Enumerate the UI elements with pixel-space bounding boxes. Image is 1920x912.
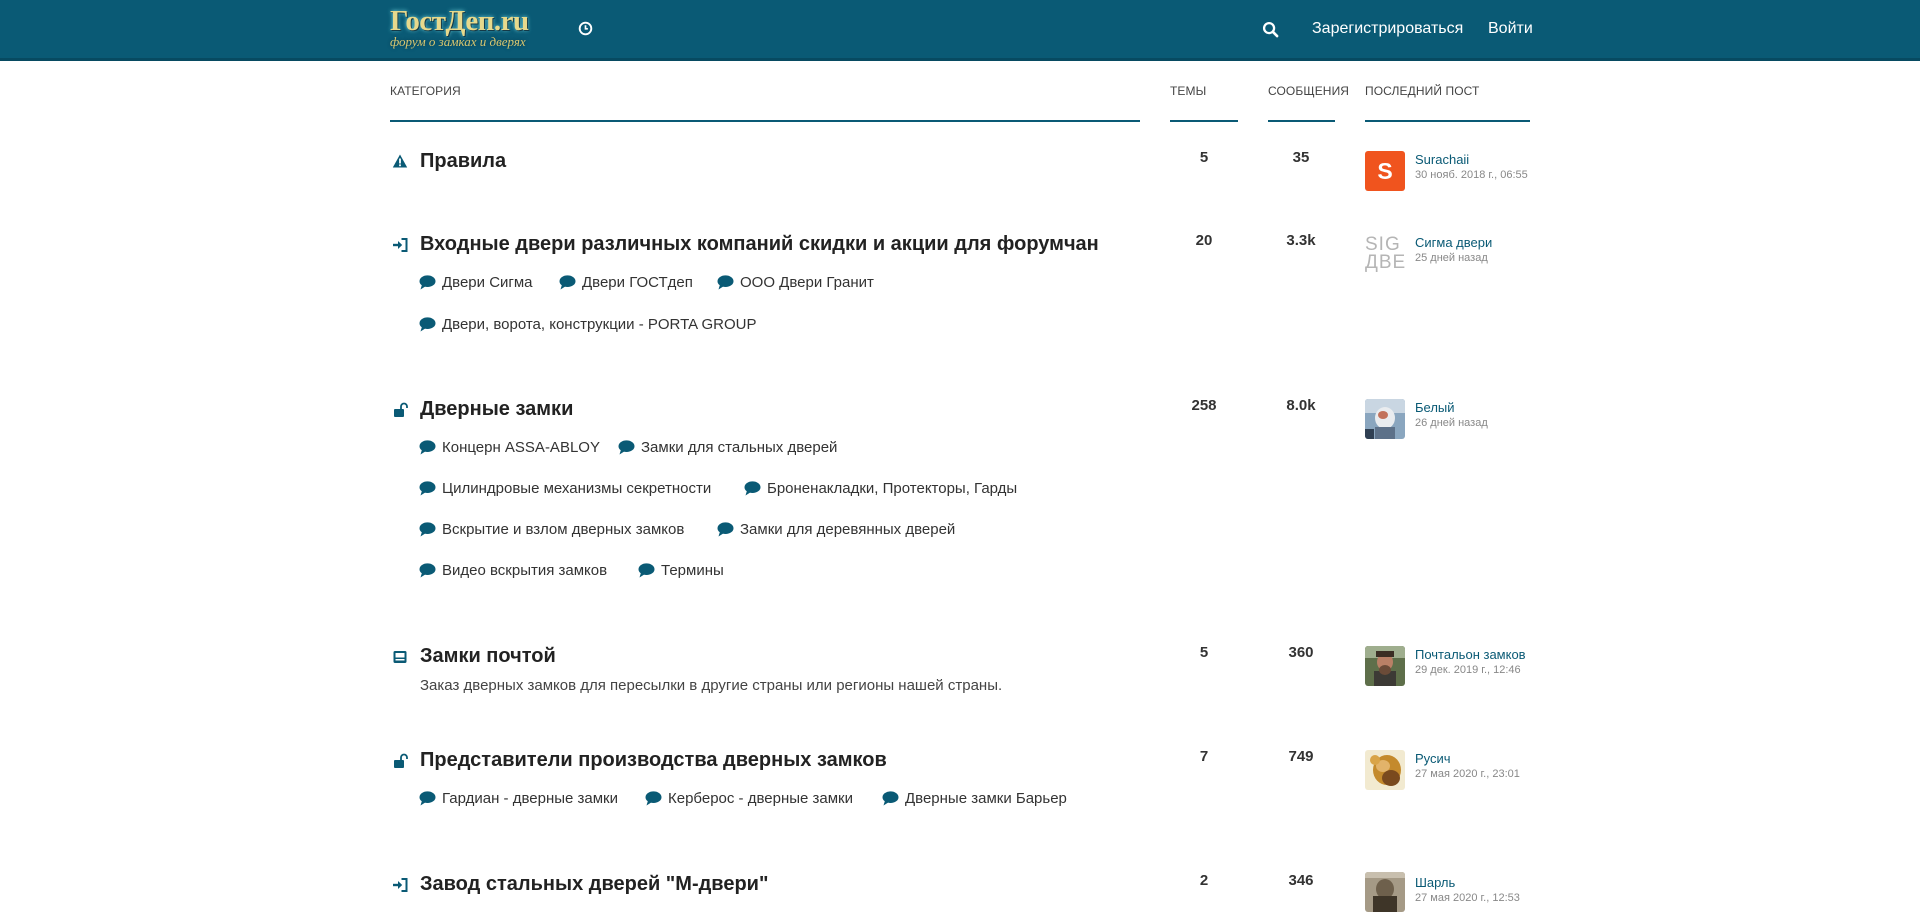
posts-count: 360: [1288, 644, 1314, 661]
subforum-link[interactable]: Двери, ворота, конструкции - PORTA GROUP: [419, 316, 757, 333]
column-divider-posts: [1268, 120, 1335, 122]
column-divider-last-post: [1365, 120, 1530, 122]
search-icon[interactable]: [1262, 21, 1279, 38]
topics-count: 7: [1199, 748, 1209, 765]
column-header-category[interactable]: Категория: [390, 84, 461, 98]
site-logo[interactable]: ГостДеп.ru форум о замках и дверях: [390, 6, 560, 52]
subforum-link[interactable]: Цилиндровые механизмы секретности: [419, 480, 711, 497]
column-header-posts[interactable]: Сообщения: [1268, 84, 1349, 98]
avatar-photo: [1365, 872, 1405, 912]
category-title[interactable]: Завод стальных дверей "М-двери": [420, 873, 768, 896]
posts-count: 35: [1292, 149, 1310, 166]
unlock-icon: [394, 753, 408, 768]
avatar[interactable]: [1365, 399, 1405, 439]
comment-icon: [419, 791, 436, 806]
comment-icon: [618, 440, 635, 455]
column-header-last-post[interactable]: Последний пост: [1365, 84, 1479, 98]
last-post-date[interactable]: 25 дней назад: [1415, 252, 1488, 264]
category-title[interactable]: Представители производства дверных замко…: [420, 749, 887, 772]
last-post-date[interactable]: 29 дек. 2019 г., 12:46: [1415, 664, 1521, 676]
topics-count: 20: [1195, 232, 1213, 249]
last-post-date[interactable]: 27 мая 2020 г., 23:01: [1415, 768, 1520, 780]
topics-count: 2: [1199, 872, 1209, 889]
avatar-text: SIG ДВЕ: [1365, 234, 1405, 273]
top-navbar: ГостДеп.ru форум о замках и дверях Зарег…: [0, 0, 1920, 61]
subforum-link[interactable]: Концерн ASSA-ABLOY: [419, 439, 600, 456]
comment-icon: [419, 481, 436, 496]
comment-icon: [419, 275, 436, 290]
avatar-letter: S: [1377, 158, 1393, 184]
category-description: Заказ дверных замков для пересылки в дру…: [420, 677, 1003, 694]
avatar[interactable]: S: [1365, 151, 1405, 191]
comment-icon: [419, 522, 436, 537]
posts-count: 3.3k: [1286, 232, 1316, 249]
comment-icon: [559, 275, 576, 290]
avatar-photo: [1365, 646, 1405, 686]
clock-icon[interactable]: [578, 21, 593, 36]
avatar[interactable]: [1365, 646, 1405, 686]
comment-icon: [717, 522, 734, 537]
category-title[interactable]: Дверные замки: [420, 398, 573, 421]
comment-icon: [645, 791, 662, 806]
last-post-user[interactable]: Русич: [1415, 751, 1451, 766]
logo-subtitle: форум о замках и дверях: [390, 34, 526, 49]
subforum-link[interactable]: Дверные замки Барьер: [882, 790, 1067, 807]
comment-icon: [419, 563, 436, 578]
sign-in-icon: [393, 878, 408, 892]
posts-count: 749: [1288, 748, 1314, 765]
subforum-link[interactable]: Двери ГОСТдеп: [559, 274, 693, 291]
subforum-link[interactable]: Замки для деревянных дверей: [717, 521, 955, 538]
last-post-user[interactable]: Сигма двери: [1415, 235, 1492, 250]
register-link[interactable]: Зарегистрироваться: [1312, 20, 1463, 38]
column-divider-category: [390, 120, 1140, 122]
warning-icon: [392, 154, 408, 168]
subforum-link[interactable]: ООО Двери Гранит: [717, 274, 874, 291]
last-post-date[interactable]: 27 мая 2020 г., 12:53: [1415, 892, 1520, 904]
subforum-link[interactable]: Гардиан - дверные замки: [419, 790, 618, 807]
avatar-photo: [1365, 750, 1405, 790]
column-divider-topics: [1170, 120, 1238, 122]
posts-count: 8.0k: [1286, 397, 1316, 414]
subforum-link[interactable]: Вскрытие и взлом дверных замков: [419, 521, 684, 538]
logo-title: ГостДеп.ru: [390, 5, 529, 37]
comment-icon: [882, 791, 899, 806]
avatar[interactable]: [1365, 872, 1405, 912]
last-post-date[interactable]: 30 нояб. 2018 г., 06:55: [1415, 169, 1528, 181]
subforum-link[interactable]: Термины: [638, 562, 724, 579]
subforum-link[interactable]: Броненакладки, Протекторы, Гарды: [744, 480, 1017, 497]
comment-icon: [419, 317, 436, 332]
topics-count: 5: [1199, 644, 1209, 661]
comment-icon: [419, 440, 436, 455]
last-post-date[interactable]: 26 дней назад: [1415, 417, 1488, 429]
subforum-link[interactable]: Замки для стальных дверей: [618, 439, 837, 456]
category-title[interactable]: Правила: [420, 150, 506, 173]
category-title[interactable]: Входные двери различных компаний скидки …: [420, 233, 1099, 256]
column-header-topics[interactable]: Темы: [1170, 84, 1206, 98]
subforum-link[interactable]: Двери Сигма: [419, 274, 533, 291]
avatar[interactable]: [1365, 750, 1405, 790]
avatar-photo: [1365, 399, 1405, 439]
category-title[interactable]: Замки почтой: [420, 645, 556, 668]
comment-icon: [744, 481, 761, 496]
avatar[interactable]: SIG ДВЕ: [1365, 234, 1405, 274]
unlock-icon: [394, 402, 408, 417]
posts-count: 346: [1288, 872, 1314, 889]
topics-count: 258: [1191, 397, 1217, 414]
last-post-user[interactable]: Белый: [1415, 400, 1455, 415]
last-post-user[interactable]: Шарль: [1415, 875, 1455, 890]
login-link[interactable]: Войти: [1488, 20, 1533, 38]
comment-icon: [717, 275, 734, 290]
subforum-link[interactable]: Керберос - дверные замки: [645, 790, 853, 807]
mail-box-icon: [393, 651, 407, 663]
topics-count: 5: [1199, 149, 1209, 166]
comment-icon: [638, 563, 655, 578]
sign-in-icon: [393, 238, 408, 252]
last-post-user[interactable]: Почтальон замков: [1415, 647, 1526, 662]
subforum-link[interactable]: Видео вскрытия замков: [419, 562, 607, 579]
last-post-user[interactable]: Surachaii: [1415, 152, 1469, 167]
